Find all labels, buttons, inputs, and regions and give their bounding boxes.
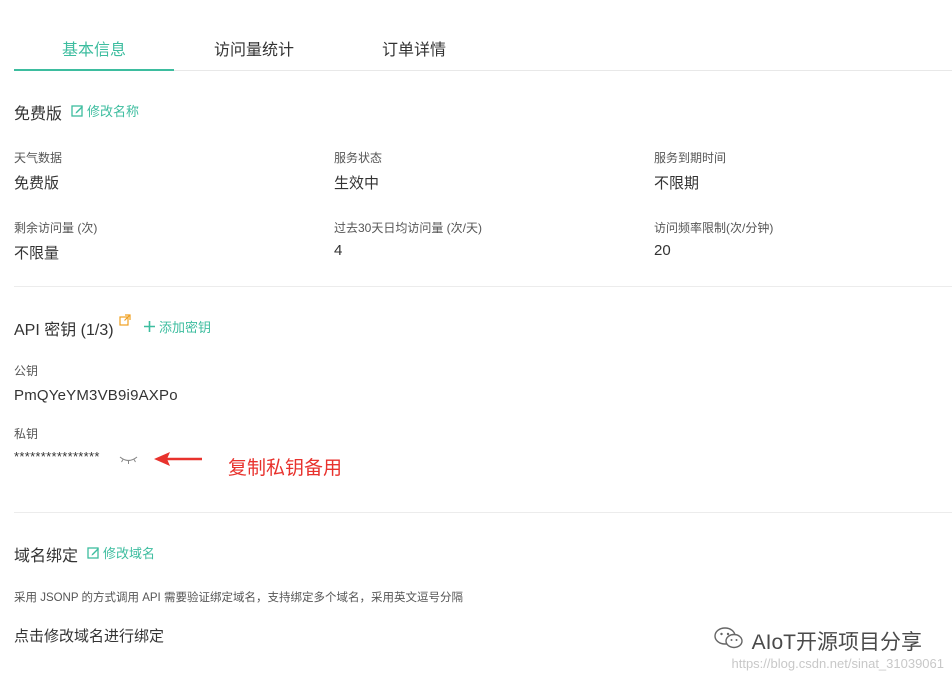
field-label: 服务到期时间 xyxy=(654,151,727,165)
field-label: 过去30天日均访问量 (次/天) xyxy=(334,221,483,235)
field-value: 20 xyxy=(654,242,671,259)
domain-binding-title: 域名绑定 xyxy=(14,548,79,565)
private-key-label: 私钥 xyxy=(14,427,39,441)
public-key-label: 公钥 xyxy=(14,364,39,378)
private-key-value[interactable]: **************** xyxy=(14,449,100,464)
active-tab-indicator xyxy=(14,69,174,71)
field-label: 剩余访问量 (次) xyxy=(14,221,98,235)
field-value: 免费版 xyxy=(14,175,60,192)
public-key-value[interactable]: PmQYeYM3VB9i9AXPo xyxy=(14,387,178,404)
rename-label: 修改名称 xyxy=(87,104,140,119)
edit-domain-label: 修改域名 xyxy=(103,546,156,561)
eye-closed-icon[interactable] xyxy=(119,452,138,470)
section-divider xyxy=(14,286,952,287)
bind-domain-prompt[interactable]: 点击修改域名进行绑定 xyxy=(14,625,164,646)
field-value: 不限期 xyxy=(654,175,700,192)
tab-basic-info[interactable]: 基本信息 xyxy=(62,36,126,60)
plan-title: 免费版 xyxy=(14,106,63,123)
watermark-url: https://blog.csdn.net/sinat_31039061 xyxy=(731,656,945,671)
tab-bar: 基本信息 访问量统计 订单详情 xyxy=(14,22,952,71)
annotation-text: 复制私钥备用 xyxy=(228,458,343,479)
api-key-title: API 密钥 (1/3) xyxy=(14,322,114,339)
add-key-label: 添加密钥 xyxy=(159,320,212,335)
field-value: 不限量 xyxy=(14,245,60,262)
section-divider xyxy=(14,512,952,513)
field-label: 天气数据 xyxy=(14,151,63,165)
field-label: 访问频率限制(次/分钟) xyxy=(654,221,774,235)
tab-order-details[interactable]: 订单详情 xyxy=(382,36,446,60)
field-label: 服务状态 xyxy=(334,151,383,165)
watermark: AIoT开源项目分享 xyxy=(713,626,922,656)
edit-icon xyxy=(71,104,84,117)
field-value: 4 xyxy=(334,242,343,259)
wechat-icon xyxy=(713,626,744,656)
add-key-link[interactable]: 添加密钥 xyxy=(143,317,211,336)
rename-link[interactable]: 修改名称 xyxy=(71,101,139,120)
annotation-arrow xyxy=(154,452,202,466)
edit-domain-link[interactable]: 修改域名 xyxy=(87,543,155,562)
edit-icon xyxy=(87,546,100,559)
domain-description: 采用 JSONP 的方式调用 API 需要验证绑定域名，支持绑定多个域名，采用英… xyxy=(14,592,463,604)
field-value: 生效中 xyxy=(334,175,380,192)
plus-icon xyxy=(143,320,156,333)
watermark-text: AIoT开源项目分享 xyxy=(751,631,922,654)
tab-traffic-stats[interactable]: 访问量统计 xyxy=(214,36,294,60)
external-link-icon[interactable] xyxy=(119,313,131,331)
